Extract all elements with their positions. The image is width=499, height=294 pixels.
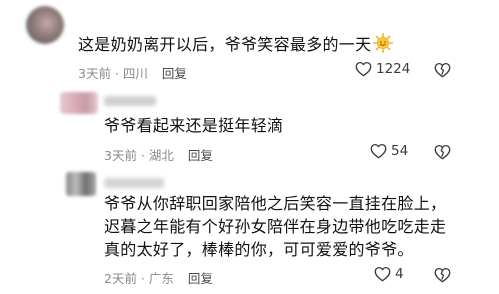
smiling-sun-icon <box>373 33 394 58</box>
username[interactable] <box>104 96 156 106</box>
avatar[interactable] <box>26 6 64 44</box>
comment-item[interactable]: 爷爷看起来还是挺年轻滴 3天前 · 湖北 回复 54 <box>0 84 499 164</box>
comment-time: 2天前 <box>104 271 137 286</box>
like-button[interactable]: 4 <box>374 266 404 282</box>
comment-item[interactable]: 这是奶奶离开以后，爷爷笑容最多的一天 3天前 · 四川 回复 1224 <box>0 0 499 84</box>
comment-time: 3天前 <box>78 66 111 81</box>
heart-outline-icon <box>355 61 372 77</box>
comment-item[interactable]: 爷爷从你辞职回家陪他之后笑容一直挂在脸上， 迟暮之年能有个好孙女陪伴在身边带他吃… <box>0 164 499 294</box>
reply-button[interactable]: 回复 <box>188 148 213 163</box>
comment-text: 爷爷看起来还是挺年轻滴 <box>104 116 284 135</box>
meta-separator: · <box>136 271 149 286</box>
like-button[interactable]: 54 <box>370 143 408 159</box>
comment-meta: 3天前 · 湖北 回复 <box>104 145 213 164</box>
comment-meta: 2天前 · 广东 回复 <box>104 268 213 287</box>
broken-heart-icon <box>434 62 451 78</box>
reply-button[interactable]: 回复 <box>162 66 187 81</box>
meta-separator: · <box>110 66 123 81</box>
reply-button[interactable]: 回复 <box>188 271 213 286</box>
comment-location: 湖北 <box>148 148 174 163</box>
heart-outline-icon <box>374 266 391 282</box>
dislike-button[interactable] <box>434 267 451 287</box>
avatar[interactable] <box>60 92 98 114</box>
like-count: 1224 <box>376 61 411 77</box>
comment-time: 3天前 <box>104 148 137 163</box>
dislike-button[interactable] <box>434 144 451 164</box>
heart-outline-icon <box>370 143 387 159</box>
like-count: 4 <box>395 266 404 282</box>
broken-heart-icon <box>434 144 451 160</box>
comment-text-line: 真的太好了，棒棒的你，可可爱爱的爷爷。 <box>104 240 414 259</box>
dislike-button[interactable] <box>434 62 451 82</box>
comment-text: 这是奶奶离开以后，爷爷笑容最多的一天 <box>78 33 394 58</box>
comment-meta: 3天前 · 四川 回复 <box>78 63 187 82</box>
comment-location: 四川 <box>122 66 148 81</box>
comment-text-line: 爷爷从你辞职回家陪他之后笑容一直挂在脸上， <box>104 194 447 213</box>
like-count: 54 <box>391 143 409 159</box>
meta-separator: · <box>136 148 149 163</box>
comment-location: 广东 <box>148 271 174 286</box>
like-button[interactable]: 1224 <box>355 61 410 77</box>
username[interactable] <box>104 178 164 188</box>
broken-heart-icon <box>434 267 451 283</box>
avatar[interactable] <box>66 172 96 196</box>
comment-text-line: 迟暮之年能有个好孙女陪伴在身边带他吃吃走走 <box>104 217 447 236</box>
